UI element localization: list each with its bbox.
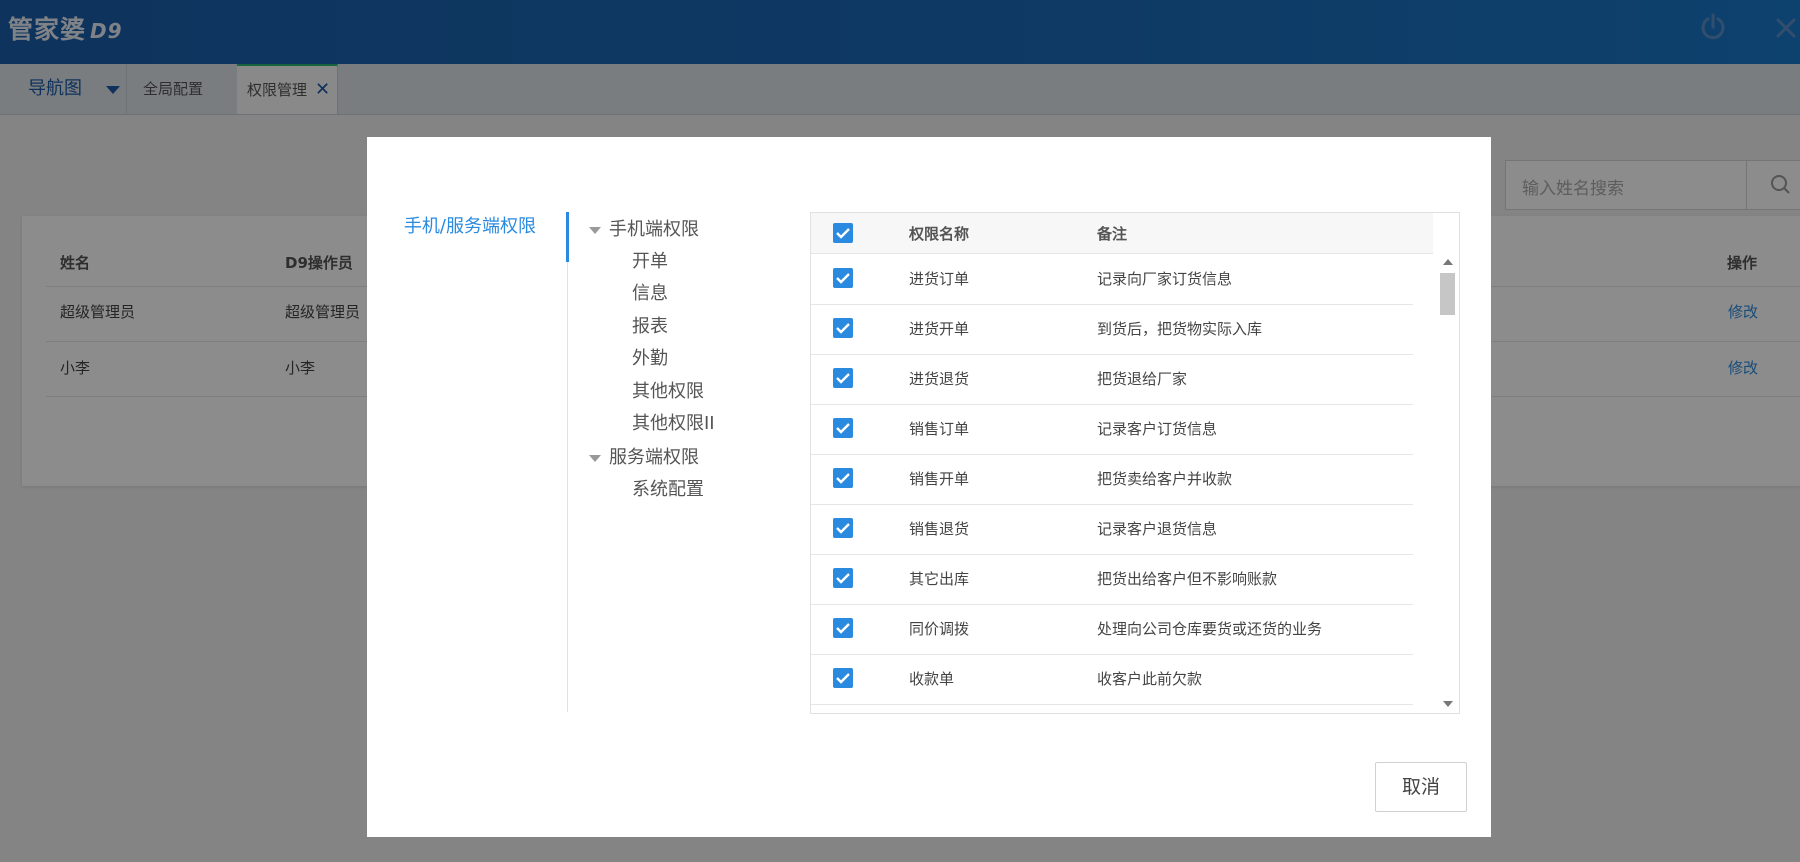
check-icon	[836, 673, 850, 684]
permission-name: 进货订单	[909, 270, 970, 288]
col-note: 备注	[1097, 225, 1128, 243]
permission-note: 到货后，把货物实际入库	[1097, 320, 1263, 338]
row-checkbox[interactable]	[833, 668, 853, 688]
scroll-thumb[interactable]	[1440, 273, 1455, 315]
tree-node-server[interactable]: 服务端权限	[609, 443, 699, 469]
permission-name: 收款单	[909, 670, 955, 688]
check-icon	[836, 623, 850, 634]
table-row: 同价调拨 处理向公司仓库要货或还货的业务	[811, 604, 1413, 655]
permission-note: 把货退给厂家	[1097, 370, 1188, 388]
nav-divider	[567, 212, 568, 712]
tree-node[interactable]: 其他权限	[632, 377, 704, 403]
permission-note: 记录向厂家订货信息	[1097, 270, 1233, 288]
tree-node[interactable]: 其他权限II	[632, 409, 715, 435]
tree-node[interactable]: 外勤	[632, 344, 668, 370]
permission-name: 销售退货	[909, 520, 970, 538]
table-row: 销售订单 记录客户订货信息	[811, 404, 1413, 455]
row-checkbox[interactable]	[833, 618, 853, 638]
check-icon	[836, 523, 850, 534]
check-icon	[836, 573, 850, 584]
check-icon	[836, 228, 850, 239]
check-icon	[836, 473, 850, 484]
tree-expand-icon[interactable]	[589, 455, 601, 462]
select-all-checkbox[interactable]	[833, 223, 853, 243]
check-icon	[836, 273, 850, 284]
row-checkbox[interactable]	[833, 468, 853, 488]
permission-name: 进货退货	[909, 370, 970, 388]
permission-note: 把货出给客户但不影响账款	[1097, 570, 1278, 588]
row-checkbox[interactable]	[833, 368, 853, 388]
cancel-button[interactable]: 取消	[1375, 762, 1467, 812]
nav-mobile-server-permission[interactable]: 手机/服务端权限	[404, 212, 536, 240]
tree-node[interactable]: 信息	[632, 279, 668, 305]
nav-active-indicator	[566, 212, 569, 262]
permission-name: 进货开单	[909, 320, 970, 338]
row-checkbox[interactable]	[833, 568, 853, 588]
table-scrollbar[interactable]	[1438, 255, 1456, 711]
tree-expand-icon[interactable]	[589, 227, 601, 234]
permission-note: 记录客户退货信息	[1097, 520, 1218, 538]
scroll-up-icon[interactable]	[1443, 259, 1453, 265]
table-row: 其它出库 把货出给客户但不影响账款	[811, 554, 1413, 605]
table-row: 进货开单 到货后，把货物实际入库	[811, 304, 1413, 355]
tree-node[interactable]: 报表	[632, 312, 668, 338]
permission-name: 销售开单	[909, 470, 970, 488]
table-row: 进货退货 把货退给厂家	[811, 354, 1413, 405]
table-row: 销售退货 记录客户退货信息	[811, 504, 1413, 555]
scroll-down-icon[interactable]	[1443, 701, 1453, 707]
permission-modal: 手机/服务端权限 手机端权限 开单 信息 报表 外勤 其他权限 其他权限II 服…	[367, 137, 1491, 837]
tree-node[interactable]: 开单	[632, 247, 668, 273]
permission-note: 收客户此前欠款	[1097, 670, 1203, 688]
table-row: 销售开单 把货卖给客户并收款	[811, 454, 1413, 505]
permission-table: 权限名称 备注 进货订单 记录向厂家订货信息 进货开单 到货后，把货物实际入库 …	[810, 212, 1460, 714]
row-checkbox[interactable]	[833, 318, 853, 338]
permission-name: 销售订单	[909, 420, 970, 438]
permission-name: 其它出库	[909, 570, 970, 588]
permission-note: 把货卖给客户并收款	[1097, 470, 1233, 488]
row-checkbox[interactable]	[833, 268, 853, 288]
table-row: 收款单 收客户此前欠款	[811, 654, 1413, 705]
check-icon	[836, 323, 850, 334]
col-permission-name: 权限名称	[909, 225, 970, 243]
table-header: 权限名称 备注	[811, 213, 1433, 254]
row-checkbox[interactable]	[833, 418, 853, 438]
tree-node-mobile[interactable]: 手机端权限	[609, 215, 699, 241]
table-row: 进货订单 记录向厂家订货信息	[811, 254, 1413, 305]
permission-name: 同价调拨	[909, 620, 970, 638]
tree-node[interactable]: 系统配置	[632, 475, 704, 501]
check-icon	[836, 373, 850, 384]
permission-note: 记录客户订货信息	[1097, 420, 1218, 438]
row-checkbox[interactable]	[833, 518, 853, 538]
nav-label: 手机/服务端权限	[403, 216, 536, 237]
permission-note: 处理向公司仓库要货或还货的业务	[1097, 620, 1323, 638]
check-icon	[836, 423, 850, 434]
